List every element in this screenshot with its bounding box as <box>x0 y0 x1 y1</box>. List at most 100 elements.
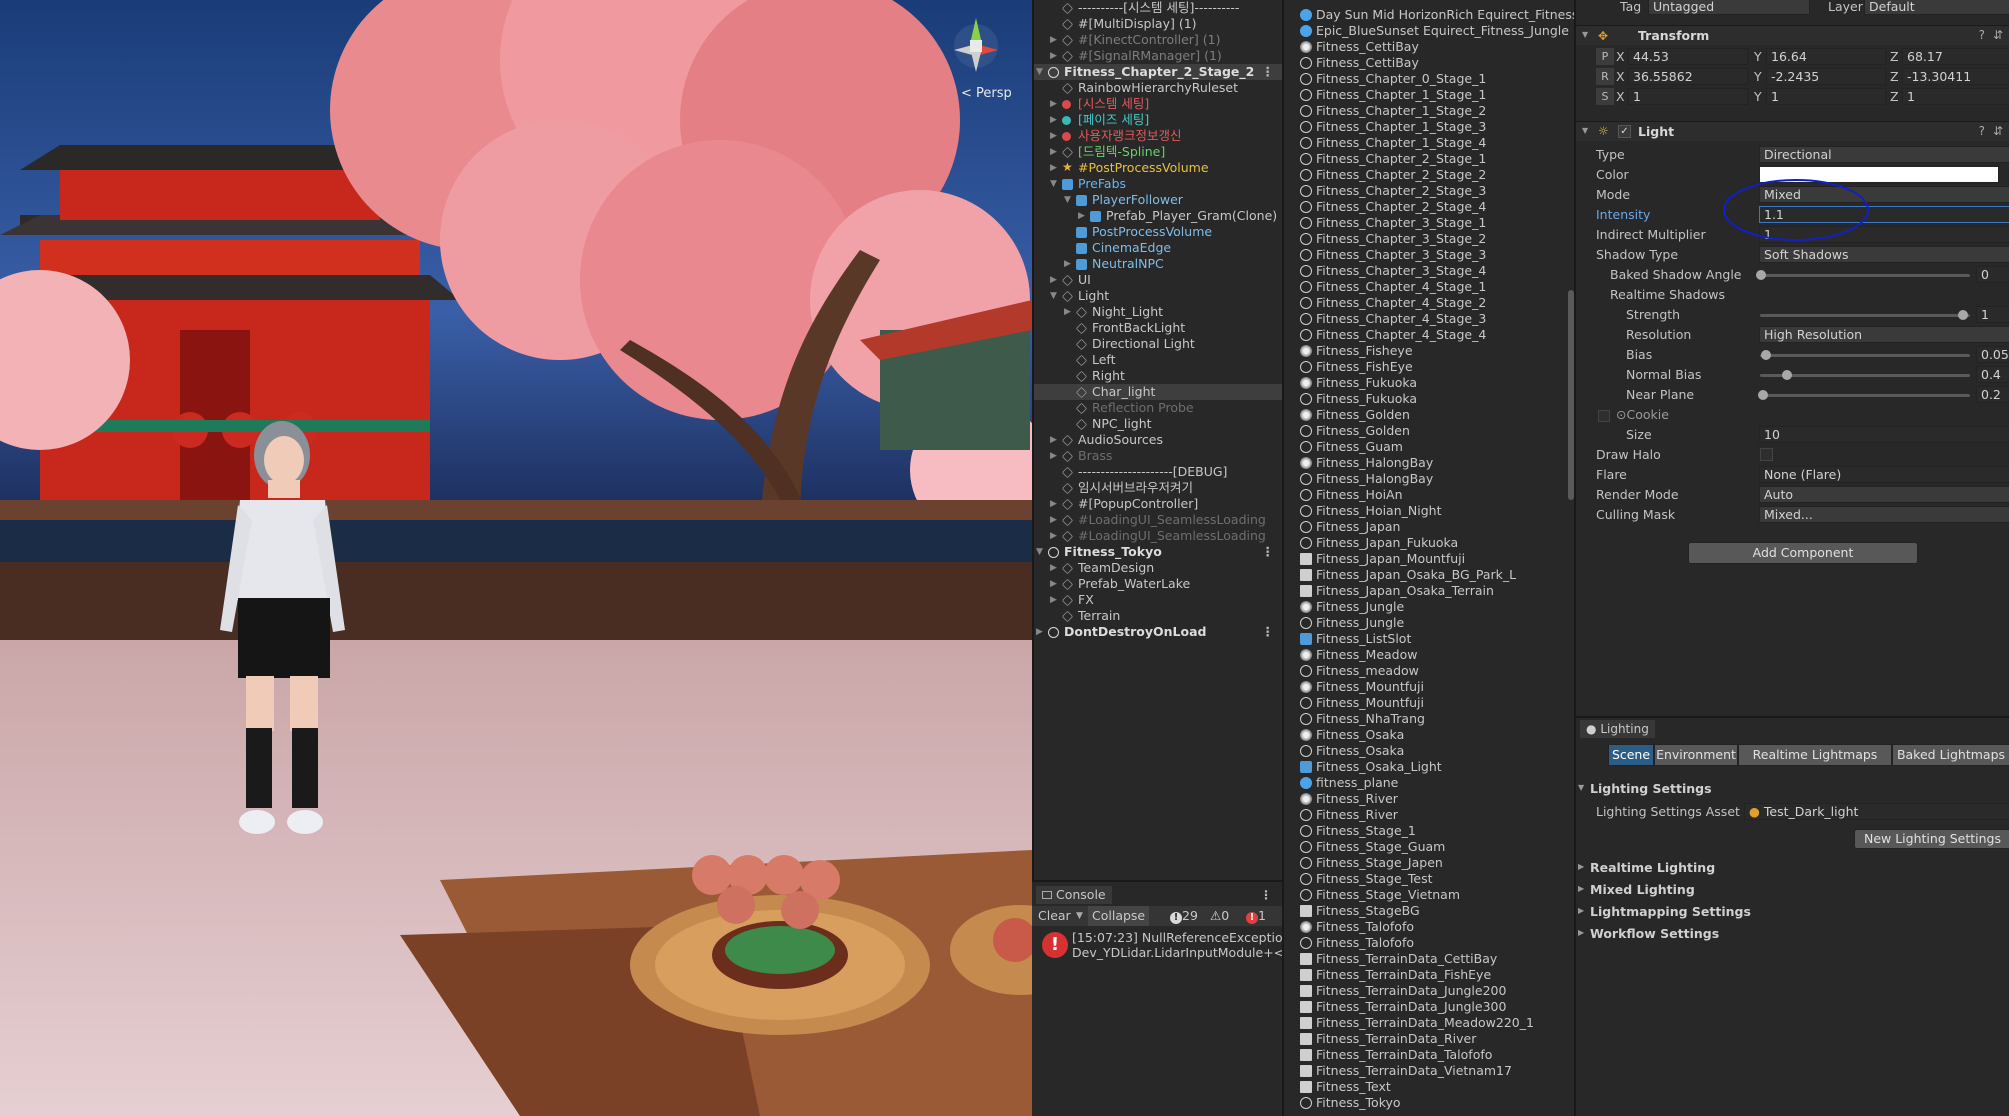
bias-slider[interactable] <box>1760 354 1970 357</box>
more-options-icon[interactable]: ⋮ <box>1262 64 1275 80</box>
hierarchy-item[interactable]: ▶ Prefab_Player_Gram(Clone) <box>1034 208 1282 224</box>
hierarchy-item[interactable]: ▶ TeamDesign <box>1034 560 1282 576</box>
collapsed-arrow-icon[interactable]: ▶ <box>1050 496 1057 512</box>
hierarchy-item[interactable]: ▶ NeutralNPC <box>1034 256 1282 272</box>
new-lighting-settings-button[interactable]: New Lighting Settings <box>1854 829 2009 849</box>
hierarchy-item[interactable]: ▶ [드림텍-Spline] <box>1034 144 1282 160</box>
near-plane-slider[interactable] <box>1760 394 1970 397</box>
ry-field[interactable]: -2.2435 <box>1766 68 1886 85</box>
hierarchy-item[interactable]: PostProcessVolume <box>1034 224 1282 240</box>
baked-shadow-angle-slider[interactable] <box>1760 274 1970 277</box>
collapsed-arrow-icon[interactable]: ▶ <box>1064 304 1071 320</box>
y-axis-label[interactable]: Y <box>1754 89 1762 104</box>
culling-mask-dropdown[interactable]: Mixed... <box>1759 506 2009 523</box>
slider-handle[interactable] <box>1782 370 1793 380</box>
x-axis-label[interactable]: X <box>1616 49 1625 64</box>
expanded-arrow-icon[interactable]: ▼ <box>1036 64 1043 80</box>
more-options-icon[interactable]: ⋮ <box>1262 624 1275 640</box>
workflow-settings-foldout[interactable]: Workflow Settings <box>1578 926 1719 941</box>
sy-field[interactable]: 1 <box>1766 88 1886 105</box>
collapsed-arrow-icon[interactable]: ▶ <box>1036 624 1043 640</box>
add-component-button[interactable]: Add Component <box>1688 542 1918 564</box>
collapsed-arrow-icon[interactable]: ▶ <box>1050 96 1057 112</box>
hierarchy-item[interactable]: ▶ ★ #PostProcessVolume <box>1034 160 1282 176</box>
tab-console[interactable]: Console <box>1036 886 1112 904</box>
expanded-arrow-icon[interactable]: ▼ <box>1036 544 1043 560</box>
hierarchy-item[interactable]: Left <box>1034 352 1282 368</box>
slider-handle[interactable] <box>1958 310 1968 320</box>
sx-field[interactable]: 1 <box>1628 88 1748 105</box>
lightmapping-settings-foldout[interactable]: Lightmapping Settings <box>1578 904 1751 919</box>
hierarchy-item[interactable]: ▼ Fitness_Chapter_2_Stage_2 ⋮ <box>1034 64 1282 80</box>
collapsed-arrow-icon[interactable]: ▶ <box>1050 112 1057 128</box>
hierarchy-panel[interactable]: ----------[시스템 세팅]---------- #[MultiDispl… <box>1032 0 1282 880</box>
light-component-header[interactable]: ▼ ☼ ✓ Light ? ⇵ <box>1576 121 2009 141</box>
hierarchy-item[interactable]: Reflection Probe <box>1034 400 1282 416</box>
collapsed-arrow-icon[interactable]: ▶ <box>1050 48 1057 64</box>
render-mode-dropdown[interactable]: Auto <box>1759 486 2009 503</box>
hierarchy-item[interactable]: ▶ [시스템 세팅] <box>1034 96 1282 112</box>
collapsed-arrow-icon[interactable]: ▶ <box>1064 256 1071 272</box>
type-dropdown[interactable]: Directional <box>1759 146 2009 163</box>
z-axis-label[interactable]: Z <box>1890 69 1899 84</box>
collapsed-arrow-icon[interactable]: ▶ <box>1050 272 1057 288</box>
light-enabled-checkbox[interactable]: ✓ <box>1618 125 1631 138</box>
collapsed-arrow-icon[interactable]: ▶ <box>1050 32 1057 48</box>
hierarchy-item[interactable]: ▶ FX <box>1034 592 1282 608</box>
hierarchy-item[interactable]: NPC_light <box>1034 416 1282 432</box>
transform-header[interactable]: ▼ ✥ Transform ? ⇵ <box>1576 25 2009 45</box>
hierarchy-item[interactable]: ▶ #LoadingUI_SeamlessLoading <box>1034 528 1282 544</box>
hierarchy-item[interactable]: FrontBackLight <box>1034 320 1282 336</box>
y-axis-label[interactable]: Y <box>1754 69 1762 84</box>
flare-field[interactable]: None (Flare) <box>1759 466 2009 483</box>
size-field[interactable]: 10 <box>1759 426 2009 443</box>
expanded-arrow-icon[interactable]: ▼ <box>1064 192 1071 208</box>
y-axis-label[interactable]: Y <box>1754 49 1762 64</box>
strength-slider[interactable] <box>1760 314 1970 317</box>
inspector-panel[interactable]: Tag Untagged Layer Default ▼ ✥ Transform… <box>1574 0 2009 1116</box>
hierarchy-item[interactable]: Terrain <box>1034 608 1282 624</box>
help-icon[interactable]: ? <box>1979 124 1985 138</box>
collapsed-arrow-icon[interactable]: ▶ <box>1050 432 1057 448</box>
console-log-entry[interactable]: [15:07:23] NullReferenceException: O Dev… <box>1072 930 1309 960</box>
hierarchy-item[interactable]: ▶ UI <box>1034 272 1282 288</box>
resolution-dropdown[interactable]: High Resolution <box>1759 326 2009 343</box>
help-icon[interactable]: ? <box>1979 28 1985 42</box>
lighting-settings-foldout[interactable]: Lighting Settings <box>1578 781 1712 796</box>
hierarchy-item[interactable]: ----------[시스템 세팅]---------- <box>1034 0 1282 16</box>
x-axis-label[interactable]: X <box>1616 69 1625 84</box>
hierarchy-item[interactable]: ▶ #LoadingUI_SeamlessLoading <box>1034 512 1282 528</box>
hierarchy-item[interactable]: RainbowHierarchyRuleset <box>1034 80 1282 96</box>
hierarchy-item[interactable]: 임시서버브라우저켜기 <box>1034 480 1282 496</box>
collapsed-arrow-icon[interactable]: ▶ <box>1050 512 1057 528</box>
realtime-lighting-foldout[interactable]: Realtime Lighting <box>1578 860 1715 875</box>
collapsed-arrow-icon[interactable]: ▶ <box>1050 528 1057 544</box>
expanded-arrow-icon[interactable]: ▼ <box>1050 288 1057 304</box>
hierarchy-item[interactable]: ▶ AudioSources <box>1034 432 1282 448</box>
s-axis-badge[interactable]: S <box>1596 88 1614 105</box>
normal-bias-field[interactable]: 0.4 <box>1976 366 2009 383</box>
hierarchy-item[interactable]: ▶ 사용자랭크정보갱신 <box>1034 128 1282 144</box>
slider-handle[interactable] <box>1758 390 1769 400</box>
cookie-checkbox[interactable] <box>1598 410 1610 422</box>
collapsed-arrow-icon[interactable]: ▶ <box>1050 576 1057 592</box>
rx-field[interactable]: 36.55862 <box>1628 68 1748 85</box>
component-settings-icon[interactable]: ⇵ <box>1993 124 2003 138</box>
more-options-icon[interactable]: ⋮ <box>1262 544 1275 560</box>
collapsed-arrow-icon[interactable]: ▶ <box>1078 208 1085 224</box>
sz-field[interactable]: 1 <box>1902 88 2009 105</box>
scene-view[interactable]: < Persp <box>0 0 1032 1116</box>
tab-realtime-lightmaps[interactable]: Realtime Lightmaps <box>1738 744 1892 766</box>
component-settings-icon[interactable]: ⇵ <box>1993 28 2003 42</box>
tab-environment[interactable]: Environment <box>1654 744 1738 766</box>
console-panel[interactable]: Console ⋮ Clear ▼ Collapse ! 29 ⚠ 0 ! 1 … <box>1032 880 1309 1116</box>
baked-shadow-angle-field[interactable]: 0 <box>1976 266 2009 283</box>
slider-handle[interactable] <box>1756 270 1766 280</box>
hierarchy-item[interactable]: ▶ #[SignalRManager] (1) <box>1034 48 1282 64</box>
rz-field[interactable]: -13.30411 <box>1902 68 2009 85</box>
tab-scene[interactable]: Scene <box>1608 744 1654 766</box>
intensity-label[interactable]: Intensity <box>1596 207 1650 222</box>
expanded-arrow-icon[interactable]: ▼ <box>1050 176 1057 192</box>
tab-baked-lightmaps[interactable]: Baked Lightmaps <box>1892 744 2009 766</box>
r-axis-badge[interactable]: R <box>1596 68 1614 85</box>
